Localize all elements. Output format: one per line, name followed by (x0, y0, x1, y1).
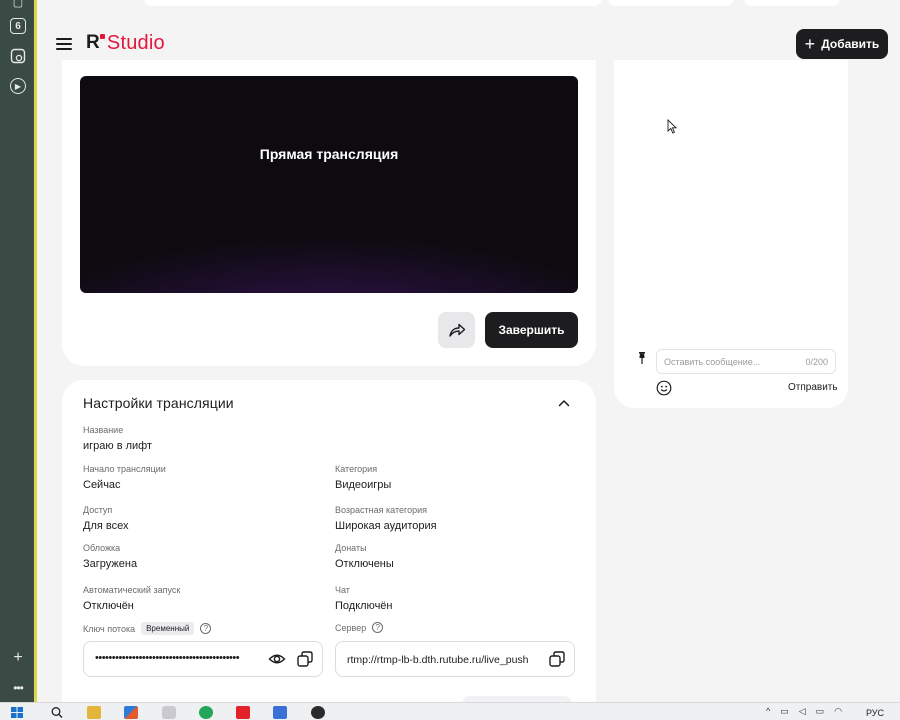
field-autostart: Автоматический запуск Отключён (83, 585, 180, 612)
field-age-category: Возрастная категория Широкая аудитория (335, 505, 437, 532)
stream-key-value: ••••••••••••••••••••••••••••••••••••••••… (95, 652, 240, 664)
video-title: Прямая трансляция (259, 146, 399, 162)
search-icon[interactable] (50, 706, 64, 719)
tab-pill[interactable] (744, 0, 840, 6)
plus-icon[interactable]: + (10, 649, 26, 666)
field-label: Автоматический запуск (83, 585, 181, 595)
server-label-row: Сервер ? (335, 622, 384, 633)
server-url-value: rtmp://rtmp-lb-b.dth.rutube.ru/live_push (347, 654, 529, 666)
share-icon (448, 323, 465, 337)
chat-message-input[interactable]: Оставить сообщение... 0/200 (656, 349, 836, 374)
field-value: Подключён (335, 600, 393, 612)
field-value: Для всех (83, 520, 129, 532)
field-chat: Чат Подключён (335, 585, 393, 612)
field-value: Отключены (335, 558, 394, 570)
menu-icon[interactable] (56, 38, 72, 50)
player-card: Прямая трансляция Завершить (62, 60, 596, 366)
tab-pill[interactable] (608, 0, 734, 6)
logo-r: R (86, 32, 100, 53)
browser-tab-strip (40, 0, 900, 8)
money-app-icon[interactable] (199, 706, 213, 719)
emoji-icon[interactable] (656, 380, 672, 396)
plus-icon: + (804, 34, 816, 54)
stream-key-label: Ключ потока (83, 623, 136, 634)
store-icon[interactable] (124, 706, 138, 719)
yandex-browser-icon[interactable] (162, 706, 176, 719)
field-cover: Обложка Загружена (83, 543, 137, 570)
chat-input-placeholder: Оставить сообщение... (664, 357, 761, 367)
field-value: Отключён (83, 600, 134, 612)
language-indicator[interactable]: РУС (866, 708, 884, 718)
rstudio-logo[interactable]: R Studio (86, 32, 165, 55)
field-label: Чат (335, 585, 350, 595)
browser-side-panel: ▢ 6 ▶ + ••• (0, 0, 37, 702)
screenshot-icon[interactable] (10, 48, 26, 64)
chevron-up-icon[interactable] (557, 396, 571, 410)
temporary-tag: Временный (141, 622, 195, 635)
field-start: Начало трансляции Сейчас (83, 464, 166, 491)
play-icon[interactable]: ▶ (10, 78, 26, 94)
browser-tab-icon[interactable]: ▢ (10, 0, 26, 10)
pin-icon[interactable] (636, 351, 648, 365)
taskbar: ^ ▭ ◁ ▭ ◠ РУС (0, 702, 900, 720)
share-button[interactable] (438, 312, 475, 348)
obs-icon[interactable] (311, 706, 325, 719)
help-icon[interactable]: ? (200, 623, 212, 634)
tab-badge-number: 6 (15, 20, 21, 32)
field-value: Видеоигры (335, 479, 392, 491)
copy-icon[interactable] (296, 650, 314, 668)
field-donations: Донаты Отключены (335, 543, 394, 570)
video-preview[interactable]: Прямая трансляция (80, 76, 578, 293)
file-explorer-icon[interactable] (87, 706, 101, 719)
wifi-icon[interactable]: ◠ (834, 706, 842, 717)
add-button-label: Добавить (821, 37, 880, 51)
stream-key-label-row: Ключ потока Временный ? (83, 622, 212, 635)
field-label: Возрастная категория (335, 505, 427, 515)
eye-icon[interactable] (268, 650, 286, 668)
volume-icon[interactable]: ◁ (799, 706, 806, 717)
finish-stream-button[interactable]: Завершить (485, 312, 578, 348)
stream-settings-card: Настройки трансляции Название играю в ли… (62, 380, 596, 710)
help-icon[interactable]: ? (372, 622, 384, 633)
server-label: Сервер (335, 622, 367, 633)
yandex-icon[interactable] (236, 706, 250, 719)
field-label: Донаты (335, 543, 367, 553)
logo-studio: Studio (106, 32, 165, 54)
field-category: Категория Видеоигры (335, 464, 391, 491)
chevron-up-icon[interactable]: ^ (766, 706, 770, 717)
tab-six-icon[interactable]: 6 (10, 18, 26, 34)
chat-panel: Оставить сообщение... 0/200 Отправить (614, 60, 848, 408)
field-access: Доступ Для всех (83, 505, 128, 532)
address-bar[interactable] (144, 0, 602, 6)
battery-icon[interactable]: ▭ (816, 706, 825, 717)
windows-start-icon[interactable] (10, 706, 24, 719)
field-value: играю в лифт (83, 440, 153, 452)
add-button[interactable]: + Добавить (796, 29, 888, 59)
field-label: Начало трансляции (83, 464, 166, 474)
roblox-icon[interactable] (273, 706, 287, 719)
field-label: Доступ (83, 505, 113, 515)
stream-key-field[interactable]: ••••••••••••••••••••••••••••••••••••••••… (83, 641, 323, 677)
settings-title: Настройки трансляции (83, 395, 234, 411)
field-label: Категория (335, 464, 378, 474)
system-tray[interactable]: ^ ▭ ◁ ▭ ◠ (766, 706, 842, 717)
field-value: Широкая аудитория (335, 520, 437, 532)
field-value: Сейчас (83, 479, 121, 491)
field-label: Название (83, 425, 124, 435)
copy-icon[interactable] (548, 650, 566, 668)
field-label: Обложка (83, 543, 121, 553)
logo-dot (99, 34, 105, 39)
char-counter: 0/200 (805, 357, 828, 367)
network-icon[interactable]: ▭ (780, 706, 789, 717)
field-value: Загружена (83, 558, 138, 570)
server-url-field[interactable]: rtmp://rtmp-lb-b.dth.rutube.ru/live_push (335, 641, 575, 677)
field-name: Название играю в лифт (83, 425, 152, 452)
send-button[interactable]: Отправить (788, 382, 838, 393)
mouse-cursor-icon (667, 119, 677, 134)
more-icon[interactable]: ••• (10, 680, 26, 696)
